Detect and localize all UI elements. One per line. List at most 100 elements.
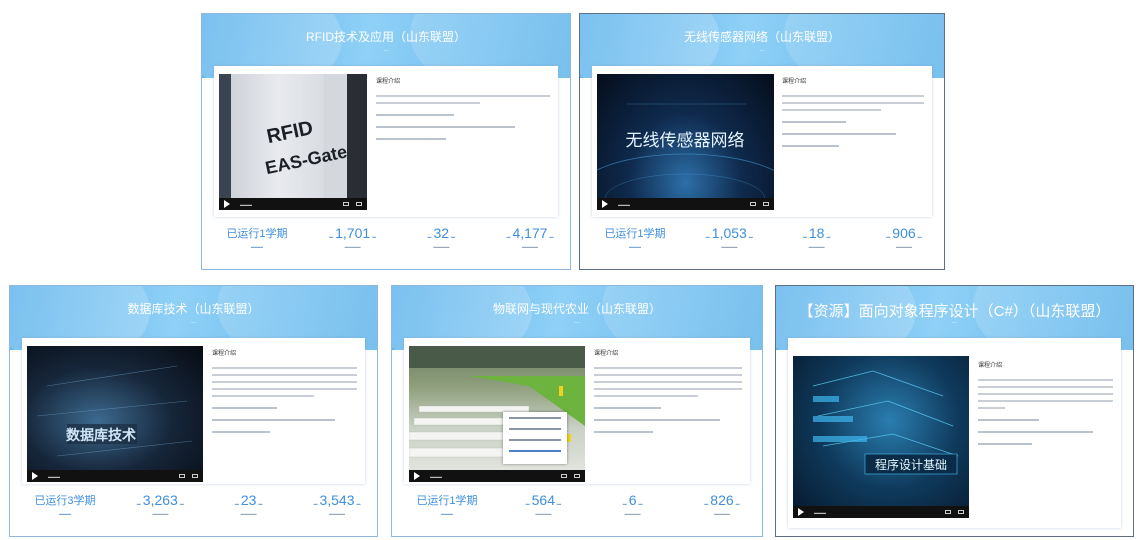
meta-line xyxy=(376,126,516,128)
course-video[interactable]: 无线传感器网络 ▬▬▬ xyxy=(597,74,774,210)
volume-icon[interactable] xyxy=(561,474,567,478)
term-status: 已运行1学期 ▬▬▬ xyxy=(412,492,482,516)
stat-value: 564 xyxy=(531,492,555,508)
fullscreen-icon[interactable] xyxy=(356,202,362,206)
course-card-wsn[interactable]: 无线传感器网络（山东联盟） — 无线传感器网络 ▬▬▬ 课程介绍 已运行1学期 … xyxy=(579,13,945,270)
term-sub: ▬▬▬ xyxy=(441,511,453,516)
video-text-database: 数据库技术 xyxy=(66,427,136,444)
quality-menu[interactable] xyxy=(503,412,567,464)
menu-option[interactable] xyxy=(509,428,561,430)
stat-item: ▬ 23 ▬ ▬▬▬▬ xyxy=(234,492,263,516)
intro-text-line xyxy=(782,102,924,104)
video-text-csharp: 程序设计基础 xyxy=(875,457,947,472)
stat-value: 18 xyxy=(808,225,825,241)
intro-text-line xyxy=(594,381,742,383)
intro-text-line xyxy=(978,386,1113,388)
play-icon[interactable] xyxy=(414,472,420,480)
course-info: 课程介绍 xyxy=(212,348,357,443)
term-sub: ▬▬▬ xyxy=(59,511,71,516)
intro-text-line xyxy=(376,95,550,97)
play-icon[interactable] xyxy=(602,200,608,208)
video-controls: ▬▬▬ xyxy=(219,198,367,210)
intro-label: 课程介绍 xyxy=(376,79,401,85)
menu-option[interactable] xyxy=(509,417,561,419)
stat-item: ▬ 564 ▬ ▬▬▬▬ xyxy=(525,492,561,516)
meta-line xyxy=(782,121,846,123)
video-still: 无线传感器网络 xyxy=(597,103,774,210)
play-icon[interactable] xyxy=(224,200,230,208)
course-title: RFID技术及应用（山东联盟） xyxy=(306,30,466,44)
course-card-rfid[interactable]: RFID技术及应用（山东联盟） — RFID EAS-Gate ▬▬▬ 课程介绍… xyxy=(201,13,571,270)
video-text-wsn: 无线传感器网络 xyxy=(626,131,745,151)
term-sub: ▬▬▬ xyxy=(251,244,263,249)
stat-value: 1,701 xyxy=(335,225,371,241)
menu-option[interactable] xyxy=(509,439,561,441)
course-video[interactable]: 程序设计基础 ▬▬▬ xyxy=(793,356,969,518)
intro-text-line xyxy=(212,395,314,397)
stat-value: 1,053 xyxy=(711,225,747,241)
course-card-csharp[interactable]: 【资源】面向对象程序设计（C#）（山东联盟） — 程序设计基础 ▬▬▬ 课程介绍 xyxy=(775,285,1134,537)
intro-text-line xyxy=(594,395,698,397)
term-label: 已运行1学期 xyxy=(416,495,478,507)
stat-value: 4,177 xyxy=(512,225,548,241)
play-icon[interactable] xyxy=(798,508,804,516)
volume-icon[interactable] xyxy=(343,202,349,206)
meta-line xyxy=(594,431,654,433)
meta-line xyxy=(782,133,896,135)
course-title: 数据库技术（山东联盟） xyxy=(127,302,260,316)
course-video[interactable]: RFID EAS-Gate ▬▬▬ xyxy=(219,74,367,210)
course-card-agriculture[interactable]: 物联网与现代农业（山东联盟） — ▬▬▬ 课程介绍 已运行1学期 ▬▬▬ ▬ 5… xyxy=(391,285,763,537)
meta-line xyxy=(376,114,455,116)
term-status: 已运行1学期 ▬▬▬ xyxy=(600,225,670,249)
video-time: ▬▬▬ xyxy=(814,509,826,515)
intro-text-line xyxy=(594,367,742,369)
stat-value: 3,263 xyxy=(142,492,178,508)
video-controls: ▬▬▬ xyxy=(793,506,969,518)
intro-text-line xyxy=(212,388,357,390)
intro-text-line xyxy=(782,95,924,97)
meta-line xyxy=(212,419,336,421)
course-video[interactable]: ▬▬▬ xyxy=(409,346,585,482)
fullscreen-icon[interactable] xyxy=(192,474,198,478)
video-still: RFID EAS-Gate xyxy=(219,74,367,210)
term-status: 已运行1学期 ▬▬▬ xyxy=(222,225,292,249)
fullscreen-icon[interactable] xyxy=(763,202,769,206)
course-stats: 已运行1学期 ▬▬▬ ▬ 1,053 ▬ ▬▬▬▬ ▬ 18 ▬ ▬▬▬▬ ▬ 906 ▬ ▬▬▬… xyxy=(600,225,932,257)
course-panel: 无线传感器网络 ▬▬▬ 课程介绍 xyxy=(592,66,932,217)
intro-label: 课程介绍 xyxy=(594,351,619,357)
term-label: 已运行1学期 xyxy=(604,228,666,240)
course-title: 无线传感器网络（山东联盟） xyxy=(683,30,840,44)
meta-line xyxy=(782,145,839,147)
stat-item: ▬ 4,177 ▬ ▬▬▬▬ xyxy=(506,225,554,249)
volume-icon[interactable] xyxy=(750,202,756,206)
volume-icon[interactable] xyxy=(945,510,951,514)
fullscreen-icon[interactable] xyxy=(574,474,580,478)
course-title: 物联网与现代农业（山东联盟） xyxy=(492,302,661,316)
intro-text-line xyxy=(212,381,357,383)
video-time: ▬▬▬ xyxy=(618,201,630,207)
stat-item: ▬ 1,701 ▬ ▬▬▬▬ xyxy=(329,225,377,249)
intro-label: 课程介绍 xyxy=(782,79,807,85)
course-video[interactable]: 数据库技术 ▬▬▬ xyxy=(27,346,203,482)
video-controls: ▬▬▬ xyxy=(27,470,203,482)
stat-item: ▬ 32 ▬ ▬▬▬▬ xyxy=(427,225,456,249)
video-time: ▬▬▬ xyxy=(48,473,60,479)
course-stats: 已运行1学期 ▬▬▬ ▬ 1,701 ▬ ▬▬▬▬ ▬ 32 ▬ ▬▬▬▬ ▬ 4,177 ▬ ▬… xyxy=(222,225,558,257)
term-status: 已运行3学期 ▬▬▬ xyxy=(30,492,100,516)
intro-text-line xyxy=(594,374,742,376)
menu-option-selected[interactable] xyxy=(509,450,561,452)
play-icon[interactable] xyxy=(32,472,38,480)
course-panel: 程序设计基础 ▬▬▬ 课程介绍 xyxy=(788,338,1121,528)
banner-subtitle: — xyxy=(191,320,196,326)
video-text-rfid: RFID xyxy=(265,117,315,148)
intro-text-line xyxy=(212,367,357,369)
term-sub: ▬▬▬ xyxy=(629,244,641,249)
video-time: ▬▬▬ xyxy=(240,201,252,207)
volume-icon[interactable] xyxy=(179,474,185,478)
course-card-database[interactable]: 数据库技术（山东联盟） — 数据库技术 ▬▬▬ 课程介绍 已运行3学期 ▬▬▬ … xyxy=(9,285,378,537)
meta-line xyxy=(212,407,278,409)
intro-text-line xyxy=(594,388,742,390)
fullscreen-icon[interactable] xyxy=(958,510,964,514)
video-controls: ▬▬▬ xyxy=(409,470,585,482)
intro-label: 课程介绍 xyxy=(212,351,237,357)
